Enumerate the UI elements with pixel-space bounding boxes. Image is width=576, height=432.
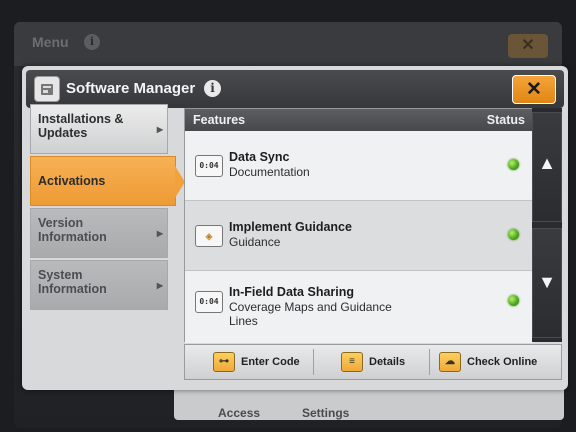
chevron-right-icon: ▶ bbox=[156, 229, 163, 238]
background-access-label: Access bbox=[218, 406, 261, 420]
toolbar-divider bbox=[429, 349, 430, 375]
feature-name: Data Sync bbox=[229, 150, 290, 164]
close-button[interactable]: ✕ bbox=[512, 75, 556, 104]
chevron-right-icon: ▶ bbox=[156, 125, 163, 134]
sidebar-item-version-information[interactable]: Version Information ▶ bbox=[30, 208, 168, 258]
display-icon: 0:04 bbox=[195, 155, 223, 177]
chevron-right-icon: ▶ bbox=[156, 281, 163, 290]
scroll-up-button[interactable]: ▲ bbox=[532, 112, 562, 222]
features-panel: Features Status 0:04 Data Sync Documenta… bbox=[184, 108, 534, 343]
status-active-icon bbox=[508, 295, 519, 306]
sidebar-item-label: Installations & Updates bbox=[38, 112, 124, 140]
background-close-icon: ✕ bbox=[508, 34, 548, 58]
check-online-button[interactable]: ☁ Check Online bbox=[439, 347, 537, 377]
status-active-icon bbox=[508, 229, 519, 240]
document-icon: ≡ bbox=[341, 352, 363, 372]
enter-code-label: Enter Code bbox=[241, 356, 300, 368]
check-online-label: Check Online bbox=[467, 356, 538, 368]
key-icon: ⊶ bbox=[213, 352, 235, 372]
background-settings-label: Settings bbox=[302, 406, 350, 420]
software-manager-dialog: Software Manager i ✕ Installations & Upd… bbox=[22, 66, 568, 390]
cloud-icon: ☁ bbox=[439, 352, 461, 372]
scroll-column: ▲ ▼ bbox=[532, 108, 562, 342]
scroll-down-button[interactable]: ▼ bbox=[532, 228, 562, 338]
dialog-title: Software Manager bbox=[66, 80, 196, 97]
status-active-icon bbox=[508, 159, 519, 170]
feature-name: In-Field Data Sharing bbox=[229, 285, 355, 299]
feature-category: Coverage Maps and Guidance Lines bbox=[229, 300, 392, 328]
sidebar-item-installations-updates[interactable]: Installations & Updates ▶ bbox=[30, 104, 168, 154]
feature-category: Documentation bbox=[229, 165, 310, 179]
background-info-icon: i bbox=[84, 34, 100, 50]
feature-row-in-field-data-sharing[interactable]: 0:04 In-Field Data Sharing Coverage Maps… bbox=[185, 271, 533, 343]
guidance-icon: ◈ bbox=[195, 225, 223, 247]
sidebar-item-system-information[interactable]: System Information ▶ bbox=[30, 260, 168, 310]
dialog-titlebar: Software Manager i ✕ bbox=[26, 70, 564, 108]
details-button[interactable]: ≡ Details bbox=[341, 347, 405, 377]
feature-row-data-sync[interactable]: 0:04 Data Sync Documentation bbox=[185, 131, 533, 201]
sidebar-item-label: Version Information bbox=[38, 216, 107, 244]
toolbar-divider bbox=[313, 349, 314, 375]
enter-code-button[interactable]: ⊶ Enter Code bbox=[213, 347, 300, 377]
sidebar: Installations & Updates ▶ Activations Ve… bbox=[28, 104, 185, 384]
feature-row-implement-guidance[interactable]: ◈ Implement Guidance Guidance bbox=[185, 201, 533, 271]
bottom-toolbar: ⊶ Enter Code ≡ Details ☁ Check Online bbox=[184, 344, 562, 380]
features-column-header: Features bbox=[193, 113, 246, 127]
feature-category: Guidance bbox=[229, 235, 281, 249]
info-icon[interactable]: i bbox=[204, 80, 221, 97]
details-label: Details bbox=[369, 356, 406, 368]
features-table-header: Features Status bbox=[185, 109, 533, 131]
sidebar-item-label: Activations bbox=[38, 174, 106, 188]
feature-name: Implement Guidance bbox=[229, 220, 352, 234]
sidebar-item-label: System Information bbox=[38, 268, 107, 296]
background-titlebar: Menu i ✕ bbox=[14, 22, 562, 66]
background-title: Menu bbox=[32, 34, 69, 50]
sidebar-item-activations[interactable]: Activations bbox=[30, 156, 185, 206]
status-column-header: Status bbox=[486, 113, 525, 127]
display-icon: 0:04 bbox=[195, 291, 223, 313]
software-manager-app-icon bbox=[34, 76, 60, 102]
